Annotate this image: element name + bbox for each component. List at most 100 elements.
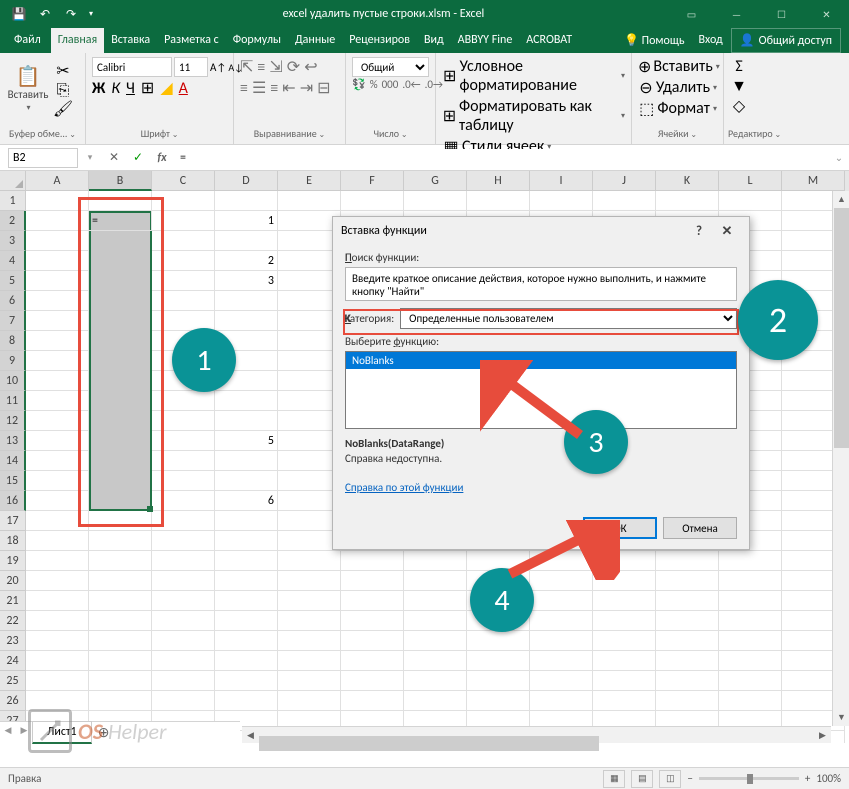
function-list-item[interactable]: NoBlanks bbox=[346, 352, 736, 369]
col-header[interactable]: L bbox=[719, 171, 782, 191]
category-select[interactable]: Определенные пользователем bbox=[400, 308, 737, 329]
expand-formula-bar-icon[interactable]: ⌄ bbox=[829, 151, 849, 164]
tab-formulas[interactable]: Формулы bbox=[226, 28, 288, 53]
row-header[interactable]: 3 bbox=[0, 231, 26, 251]
font-size-input[interactable] bbox=[174, 57, 208, 77]
row-header[interactable]: 6 bbox=[0, 291, 26, 311]
row-header[interactable]: 5 bbox=[0, 271, 26, 291]
font-name-input[interactable] bbox=[92, 57, 172, 77]
col-header[interactable]: I bbox=[530, 171, 593, 191]
function-help-link[interactable]: Справка по этой функции bbox=[345, 481, 463, 494]
row-header[interactable]: 8 bbox=[0, 331, 26, 351]
normal-view-icon[interactable]: ▦ bbox=[603, 770, 625, 788]
enter-formula-icon[interactable]: ✓ bbox=[126, 147, 150, 169]
increase-decimal-icon[interactable]: .0← bbox=[402, 78, 420, 91]
merge-icon[interactable]: ⊟ bbox=[317, 78, 330, 98]
col-header[interactable]: G bbox=[404, 171, 467, 191]
col-header[interactable]: F bbox=[341, 171, 404, 191]
row-header[interactable]: 19 bbox=[0, 551, 26, 571]
paste-button[interactable]: 📋Вставить▾ bbox=[4, 55, 52, 125]
align-center-icon[interactable]: ☰ bbox=[252, 78, 266, 98]
insert-function-icon[interactable]: fx bbox=[150, 147, 174, 169]
border-icon[interactable]: ⊞ bbox=[141, 78, 154, 98]
col-header[interactable]: H bbox=[467, 171, 530, 191]
col-header[interactable]: D bbox=[215, 171, 278, 191]
copy-icon[interactable]: ⎘ bbox=[54, 81, 72, 99]
cut-icon[interactable]: ✂ bbox=[54, 62, 72, 80]
zoom-in-icon[interactable]: + bbox=[805, 772, 810, 785]
row-header[interactable]: 18 bbox=[0, 531, 26, 551]
undo-icon[interactable]: ↶ bbox=[32, 0, 58, 28]
redo-icon[interactable]: ↷ bbox=[58, 0, 84, 28]
cell[interactable]: 5 bbox=[215, 431, 278, 451]
tab-home[interactable]: Главная bbox=[51, 28, 104, 53]
percent-icon[interactable]: % bbox=[370, 78, 378, 91]
share-button[interactable]: 👤Общий доступ bbox=[731, 28, 841, 53]
sheet-nav-prev-icon[interactable]: ◀ bbox=[0, 725, 16, 741]
tab-data[interactable]: Данные bbox=[288, 28, 342, 53]
align-middle-icon[interactable]: ≡ bbox=[257, 58, 265, 77]
row-header[interactable]: 16 bbox=[0, 491, 26, 511]
horizontal-scrollbar[interactable]: ◀▶ bbox=[242, 726, 831, 743]
currency-icon[interactable]: 💱 bbox=[352, 78, 366, 91]
row-header[interactable]: 21 bbox=[0, 591, 26, 611]
col-header[interactable]: A bbox=[26, 171, 89, 191]
formula-input[interactable] bbox=[174, 149, 829, 167]
tab-acrobat[interactable]: ACROBAT bbox=[519, 28, 579, 53]
ribbon-options-icon[interactable]: ▭ bbox=[669, 0, 714, 28]
cell[interactable]: = bbox=[89, 211, 152, 231]
row-header[interactable]: 24 bbox=[0, 651, 26, 671]
row-header[interactable]: 4 bbox=[0, 251, 26, 271]
vertical-scrollbar[interactable]: ▲▼ bbox=[832, 191, 849, 726]
row-header[interactable]: 20 bbox=[0, 571, 26, 591]
minimize-icon[interactable]: — bbox=[714, 0, 759, 28]
row-header[interactable]: 22 bbox=[0, 611, 26, 631]
page-layout-view-icon[interactable]: ▤ bbox=[631, 770, 653, 788]
name-box[interactable] bbox=[8, 148, 78, 168]
zoom-slider[interactable] bbox=[699, 777, 799, 780]
col-header[interactable]: C bbox=[152, 171, 215, 191]
col-header[interactable]: J bbox=[593, 171, 656, 191]
align-left-icon[interactable]: ≡ bbox=[240, 79, 248, 98]
bold-icon[interactable]: Ж bbox=[92, 79, 105, 98]
delete-cells-button[interactable]: ⊖Удалить▾ bbox=[638, 78, 717, 97]
ok-button[interactable]: ОК bbox=[583, 517, 657, 539]
row-header[interactable]: 10 bbox=[0, 371, 26, 391]
tab-view[interactable]: Вид bbox=[417, 28, 451, 53]
row-header[interactable]: 13 bbox=[0, 431, 26, 451]
format-as-table-button[interactable]: ⊞Форматировать как таблицу▾ bbox=[442, 97, 625, 135]
cancel-button[interactable]: Отмена bbox=[663, 517, 737, 539]
row-header[interactable]: 15 bbox=[0, 471, 26, 491]
orientation-icon[interactable]: ⟳ bbox=[287, 57, 300, 77]
align-right-icon[interactable]: ≡ bbox=[270, 79, 278, 98]
underline-icon[interactable]: Ч bbox=[126, 79, 135, 98]
row-header[interactable]: 2 bbox=[0, 211, 26, 231]
tab-file[interactable]: Файл bbox=[4, 28, 51, 53]
zoom-level[interactable]: 100% bbox=[816, 772, 841, 785]
tab-abbyy[interactable]: ABBYY Fine bbox=[451, 28, 520, 53]
search-function-input[interactable]: Введите краткое описание действия, котор… bbox=[345, 267, 737, 301]
select-all-corner[interactable] bbox=[0, 171, 26, 191]
insert-cells-button[interactable]: ⊕Вставить▾ bbox=[638, 57, 717, 76]
row-header[interactable]: 17 bbox=[0, 511, 26, 531]
row-header[interactable]: 23 bbox=[0, 631, 26, 651]
row-header[interactable]: 25 bbox=[0, 671, 26, 691]
tell-me[interactable]: 💡 Помощь bbox=[618, 28, 691, 53]
clear-icon[interactable]: ◇ bbox=[730, 97, 748, 115]
close-icon[interactable]: ✕ bbox=[804, 0, 849, 28]
row-header[interactable]: 14 bbox=[0, 451, 26, 471]
row-header[interactable]: 12 bbox=[0, 411, 26, 431]
format-cells-button[interactable]: ⬚Формат▾ bbox=[638, 99, 717, 118]
cancel-formula-icon[interactable]: ✕ bbox=[102, 147, 126, 169]
col-header[interactable]: E bbox=[278, 171, 341, 191]
autosum-icon[interactable]: Σ bbox=[730, 57, 748, 75]
align-bottom-icon[interactable]: ⇲ bbox=[269, 57, 282, 77]
font-color-icon[interactable]: А bbox=[179, 79, 188, 98]
row-header[interactable]: 9 bbox=[0, 351, 26, 371]
tab-review[interactable]: Рецензиров bbox=[342, 28, 417, 53]
qat-customize-icon[interactable]: ▾ bbox=[84, 0, 98, 28]
increase-font-icon[interactable]: A↑ bbox=[210, 58, 226, 76]
page-break-view-icon[interactable]: ◫ bbox=[659, 770, 681, 788]
namebox-dropdown-icon[interactable]: ▾ bbox=[78, 147, 102, 169]
tab-insert[interactable]: Вставка bbox=[104, 28, 157, 53]
